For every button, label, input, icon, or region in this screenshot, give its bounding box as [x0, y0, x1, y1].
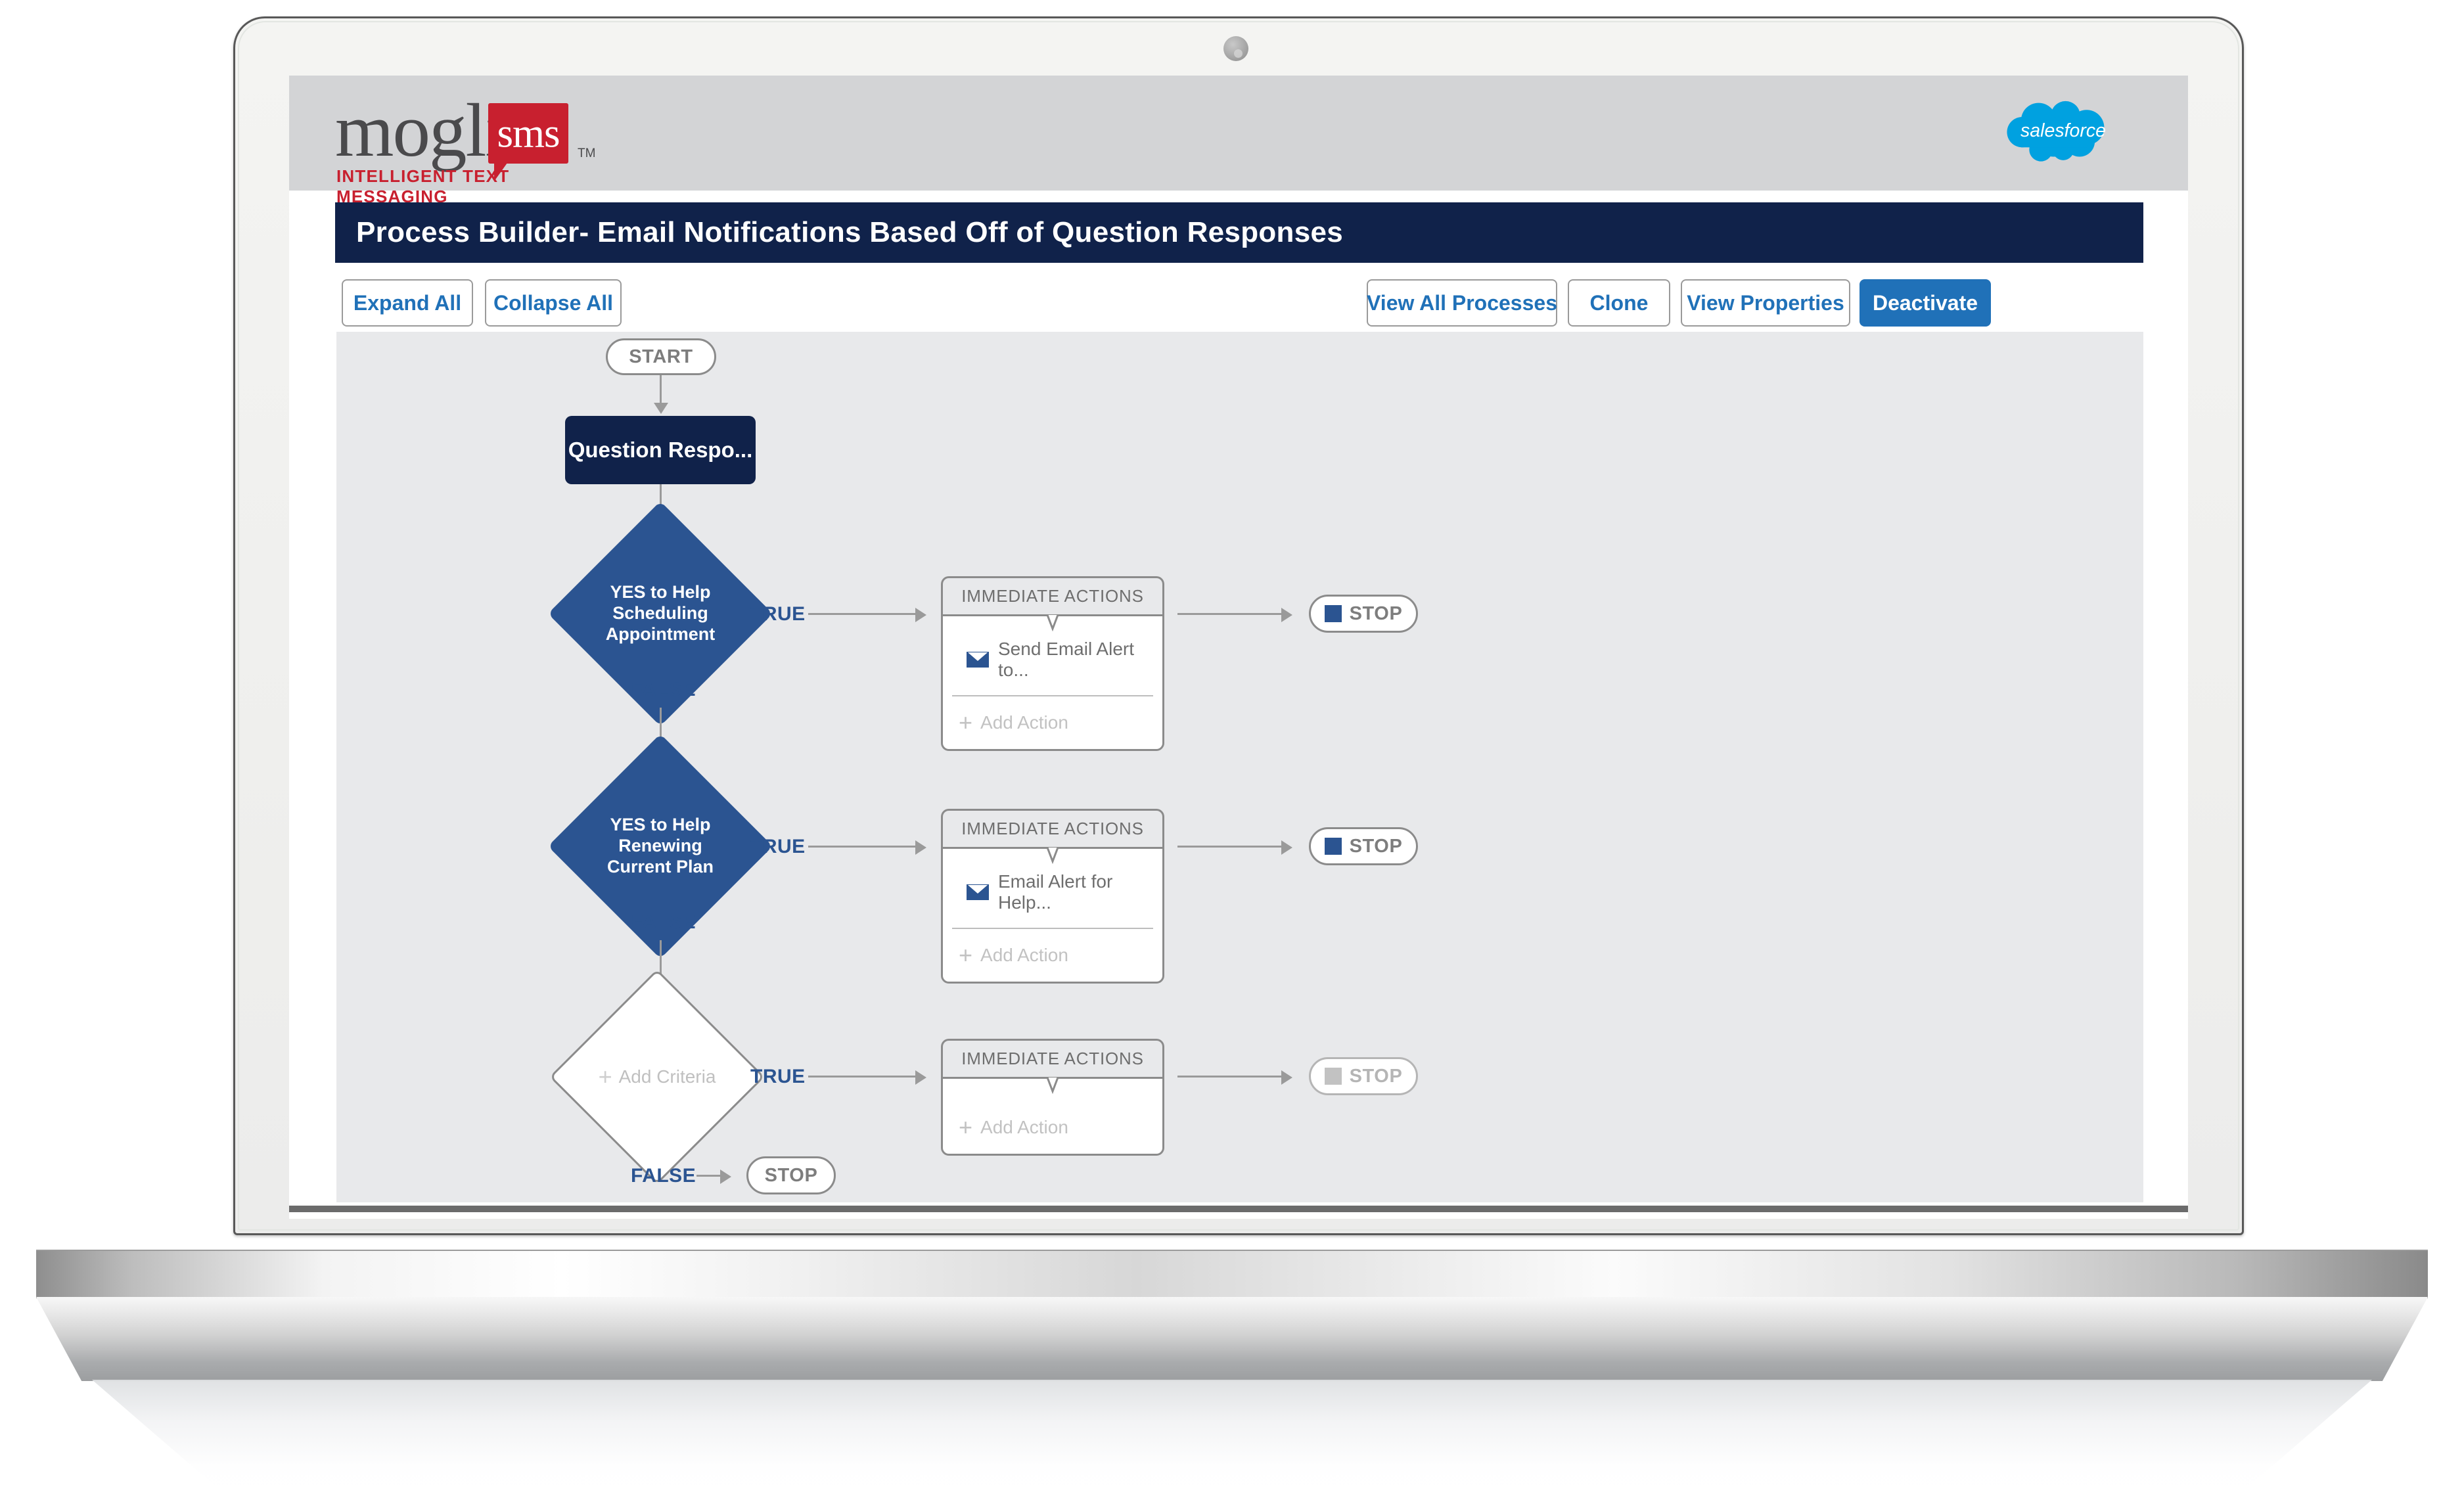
branch-label-false-2: FALSE	[631, 911, 696, 933]
action-label-2: Email Alert for Help...	[998, 871, 1113, 913]
branch-label-false-1: FALSE	[631, 679, 696, 700]
add-criteria-node[interactable]: + Add Criteria	[549, 968, 765, 1185]
panel-notch-2	[1037, 847, 1068, 864]
laptop-hinge	[36, 1250, 2428, 1298]
mogli-sms-bubble: sms	[488, 103, 568, 164]
mogli-tagline: INTELLIGENT TEXT MESSAGING	[336, 166, 510, 206]
start-node[interactable]: START	[606, 338, 716, 375]
branch-label-true-3: TRUE	[750, 1066, 806, 1087]
plus-icon: +	[598, 1063, 612, 1091]
branch-label-true-2: TRUE	[750, 836, 806, 857]
action-label-1: Send Email Alert to...	[998, 639, 1134, 680]
stop-square-icon	[1324, 838, 1342, 855]
process-canvas: START Question Respo... YES to Help Sche…	[336, 332, 2143, 1202]
stop-node-3[interactable]: STOP	[1309, 1057, 1418, 1095]
connector-start-to-object	[660, 375, 662, 404]
add-criteria-label: Add Criteria	[618, 1066, 716, 1087]
plus-icon: +	[959, 941, 973, 968]
add-criteria-label-wrap: + Add Criteria	[581, 1001, 733, 1153]
arrow-true-2	[915, 840, 926, 855]
webcam-icon	[1223, 36, 1248, 61]
stop-node-2[interactable]: STOP	[1309, 827, 1418, 865]
connector-false-3-to-stop	[696, 1175, 721, 1177]
view-all-processes-button[interactable]: View All Processes	[1367, 279, 1557, 327]
salesforce-wordmark: salesforce	[2020, 120, 2106, 141]
laptop-base	[36, 1297, 2428, 1381]
page-title: Process Builder- Email Notifications Bas…	[356, 216, 1344, 248]
arrow-actions-to-stop-1	[1281, 608, 1292, 622]
add-action-button-1[interactable]: + Add Action	[943, 696, 1162, 749]
add-action-label-3: Add Action	[980, 1117, 1068, 1137]
branch-label-true-1: TRUE	[750, 603, 806, 625]
arrow-false-3-to-stop	[720, 1169, 731, 1184]
salesforce-logo: salesforce	[2001, 101, 2126, 165]
criteria-node-2[interactable]: YES to Help Renewing Current Plan	[547, 733, 773, 959]
plus-icon: +	[959, 708, 973, 736]
mogli-sms-logo: mogli sms TM INTELLIGENT TEXT MESSAGING	[335, 89, 611, 206]
action-item-1[interactable]: Send Email Alert to...	[952, 639, 1153, 696]
arrow-start-to-object	[654, 403, 668, 414]
connector-actions-to-stop-3	[1177, 1076, 1283, 1078]
object-node[interactable]: Question Respo...	[565, 416, 756, 484]
connector-actions-to-stop-2	[1177, 846, 1283, 848]
final-stop-label: STOP	[764, 1164, 818, 1186]
deactivate-button[interactable]: Deactivate	[1859, 279, 1991, 327]
branch-label-false-3: FALSE	[631, 1165, 696, 1187]
criteria-node-1[interactable]: YES to Help Scheduling Appointment	[547, 501, 773, 727]
expand-all-button[interactable]: Expand All	[342, 279, 473, 327]
toolbar: Expand All Collapse All View All Process…	[289, 273, 2188, 337]
browser-screen: mogli sms TM INTELLIGENT TEXT MESSAGING	[289, 76, 2188, 1219]
add-action-label-1: Add Action	[980, 712, 1068, 733]
app-header: mogli sms TM INTELLIGENT TEXT MESSAGING	[289, 76, 2188, 206]
connector-true-3	[808, 1076, 917, 1078]
stop-square-icon	[1324, 605, 1342, 622]
view-properties-button[interactable]: View Properties	[1681, 279, 1850, 327]
stop-label-1: STOP	[1349, 602, 1403, 624]
arrow-true-3	[915, 1070, 926, 1085]
start-label: START	[629, 346, 693, 367]
immediate-actions-body-3: + Add Action	[941, 1077, 1164, 1156]
stop-node-1[interactable]: STOP	[1309, 595, 1418, 633]
mogli-wordmark: mogli	[335, 89, 506, 172]
stop-label-2: STOP	[1349, 835, 1403, 857]
email-icon	[967, 652, 989, 668]
immediate-actions-header-3: IMMEDIATE ACTIONS	[941, 1039, 1164, 1077]
action-item-2[interactable]: Email Alert for Help...	[952, 871, 1153, 929]
clone-button[interactable]: Clone	[1568, 279, 1670, 327]
object-node-label: Question Respo...	[568, 438, 753, 462]
immediate-actions-body-2: Email Alert for Help... + Add Action	[941, 847, 1164, 984]
connector-true-1	[808, 613, 917, 615]
immediate-actions-panel-3: IMMEDIATE ACTIONS + Add Action	[941, 1039, 1164, 1156]
mogli-sms-text: sms	[497, 110, 560, 156]
laptop-reflection	[92, 1380, 2372, 1498]
add-action-label-2: Add Action	[980, 945, 1068, 965]
final-stop-node[interactable]: STOP	[746, 1156, 836, 1194]
page-title-bar: Process Builder- Email Notifications Bas…	[335, 202, 2143, 263]
stop-square-icon	[1324, 1068, 1342, 1085]
arrow-true-1	[915, 608, 926, 622]
screen-bottom-edge	[289, 1206, 2188, 1212]
connector-actions-to-stop-1	[1177, 613, 1283, 615]
stop-label-3: STOP	[1349, 1065, 1403, 1087]
immediate-actions-header-2: IMMEDIATE ACTIONS	[941, 809, 1164, 847]
collapse-all-button[interactable]: Collapse All	[485, 279, 622, 327]
plus-icon: +	[959, 1113, 973, 1141]
immediate-actions-panel-2: IMMEDIATE ACTIONS Email Alert for Help..…	[941, 809, 1164, 984]
add-action-button-3[interactable]: + Add Action	[943, 1101, 1162, 1154]
criteria-label-1: YES to Help Scheduling Appointment	[605, 582, 716, 644]
panel-notch-1	[1037, 614, 1068, 631]
add-action-button-2[interactable]: + Add Action	[943, 929, 1162, 982]
immediate-actions-panel-1: IMMEDIATE ACTIONS Send Email Alert to...…	[941, 576, 1164, 751]
immediate-actions-header-1: IMMEDIATE ACTIONS	[941, 576, 1164, 614]
email-icon	[967, 884, 989, 900]
arrow-actions-to-stop-2	[1281, 840, 1292, 855]
arrow-actions-to-stop-3	[1281, 1070, 1292, 1085]
immediate-actions-body-1: Send Email Alert to... + Add Action	[941, 614, 1164, 751]
screenshot-stage: mogli sms TM INTELLIGENT TEXT MESSAGING	[0, 0, 2464, 1498]
criteria-label-2: YES to Help Renewing Current Plan	[606, 815, 714, 876]
panel-notch-3	[1037, 1077, 1068, 1094]
connector-true-2	[808, 846, 917, 848]
mogli-trademark: TM	[578, 147, 596, 160]
